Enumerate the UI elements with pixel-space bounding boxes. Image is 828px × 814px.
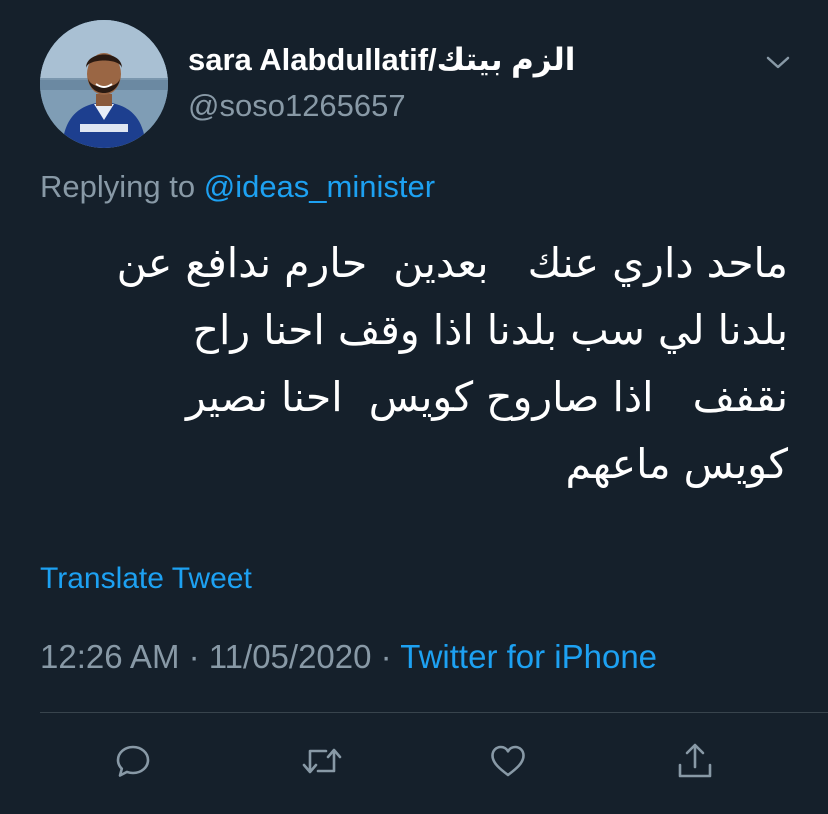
tweet-date: 11/05/2020	[208, 638, 372, 675]
author-display-name[interactable]: sara Alabdullatif/الزم بيتك	[188, 42, 575, 78]
share-icon	[678, 743, 712, 778]
tweet-text-line: بلدنا لي سب بلدنا اذا وقف احنا راح	[192, 306, 788, 354]
retweet-button[interactable]	[297, 736, 347, 786]
translate-tweet-link[interactable]: Translate Tweet	[40, 562, 252, 596]
tweet-text-line: كويس ماعهم	[565, 440, 788, 488]
author-handle[interactable]: @soso1265657	[188, 88, 406, 124]
tweet-meta: 12:26 AM · 11/05/2020 · Twitter for iPho…	[40, 638, 657, 676]
mention-link[interactable]: @ideas_minister	[204, 169, 435, 204]
avatar[interactable]	[40, 20, 168, 148]
tweet-text: ماحد داري عنك بعدين حارم ندافع عن بلدنا …	[40, 230, 788, 498]
meta-separator: ·	[188, 638, 200, 675]
reply-icon	[116, 745, 150, 777]
action-bar	[0, 736, 828, 786]
meta-separator: ·	[380, 638, 392, 675]
like-icon	[491, 745, 525, 777]
replying-to: Replying to @ideas_minister	[40, 169, 435, 205]
tweet-time: 12:26 AM	[40, 638, 180, 675]
replying-to-label: Replying to	[40, 169, 196, 204]
tweet-text-line: نقفف اذا صاروح كويس احنا نصير	[186, 373, 788, 421]
chevron-down-icon[interactable]	[764, 52, 792, 72]
tweet-text-line: ماحد داري عنك بعدين حارم ندافع عن	[116, 239, 788, 287]
divider	[40, 712, 828, 713]
like-button[interactable]	[483, 736, 533, 786]
retweet-icon	[302, 748, 342, 774]
tweet-source-link[interactable]: Twitter for iPhone	[400, 638, 657, 675]
reply-button[interactable]	[108, 736, 158, 786]
share-button[interactable]	[670, 736, 720, 786]
